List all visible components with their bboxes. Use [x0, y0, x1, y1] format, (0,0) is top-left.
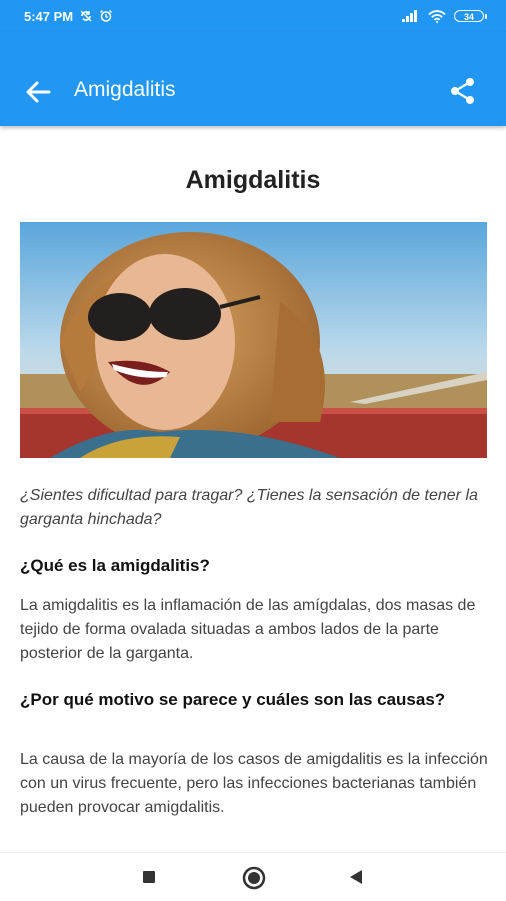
- section-heading: ¿Por qué motivo se parece y cuáles son l…: [20, 690, 446, 709]
- app-bar-title: Amigdalitis: [74, 78, 176, 101]
- navigation-bar: [0, 852, 506, 901]
- back-triangle-icon[interactable]: [348, 868, 364, 891]
- home-circle-icon[interactable]: [241, 865, 267, 896]
- article-image: [20, 222, 487, 458]
- app-bar: Amigdalitis: [0, 32, 506, 126]
- sync-icon: [79, 9, 93, 23]
- arrow-back-icon[interactable]: [22, 76, 54, 108]
- status-bar: 5:47 PM 34: [0, 0, 506, 32]
- status-time: 5:47 PM: [24, 8, 74, 24]
- signal-icon: [402, 10, 420, 22]
- article-content[interactable]: Amigdalitis ¿Sientes dificultad para tra…: [0, 126, 506, 852]
- article-intro: ¿Sientes dificultad para tragar? ¿Tienes…: [20, 487, 478, 528]
- wifi-icon: [428, 9, 446, 23]
- share-icon[interactable]: [448, 76, 478, 106]
- alarm-icon: [99, 9, 113, 23]
- recents-square-icon[interactable]: [141, 869, 157, 890]
- section-text: La amigdalitis es la inflamación de las …: [20, 597, 476, 662]
- article-title: Amigdalitis: [185, 166, 321, 194]
- battery-icon: 34: [454, 10, 487, 22]
- section-text: La causa de la mayoría de los casos de a…: [20, 751, 488, 816]
- section-heading: ¿Qué es la amigdalitis?: [20, 556, 210, 575]
